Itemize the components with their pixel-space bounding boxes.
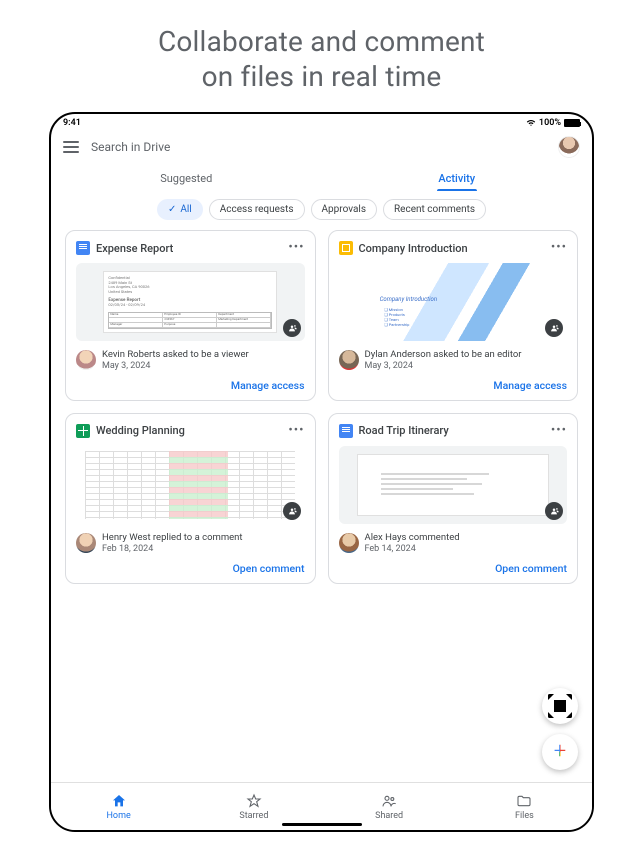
activity-date: May 3, 2024	[365, 361, 522, 371]
user-avatar	[76, 533, 96, 553]
user-avatar	[339, 533, 359, 553]
search-input[interactable]: Search in Drive	[91, 140, 546, 154]
file-title: Company Introduction	[359, 242, 545, 255]
battery-percent: 100%	[539, 118, 561, 128]
slides-icon	[339, 241, 353, 255]
shared-badge-icon	[545, 319, 563, 337]
file-title: Road Trip Itinerary	[359, 424, 545, 437]
chip-access-requests[interactable]: Access requests	[209, 199, 305, 220]
more-icon[interactable]: •••	[288, 245, 304, 252]
file-card[interactable]: Company Introduction ••• Company Introdu…	[328, 230, 579, 401]
star-icon	[246, 793, 262, 809]
activity-text: Henry West replied to a comment	[102, 532, 243, 544]
nav-files[interactable]: Files	[457, 783, 592, 830]
people-icon	[381, 793, 397, 809]
file-card[interactable]: Wedding Planning ••• Henry West replied …	[65, 413, 316, 584]
shared-badge-icon	[283, 502, 301, 520]
account-avatar[interactable]	[558, 136, 580, 158]
more-icon[interactable]: •••	[288, 428, 304, 435]
home-indicator	[282, 823, 362, 826]
activity-text: Kevin Roberts asked to be a viewer	[102, 349, 249, 361]
battery-icon	[564, 119, 580, 127]
marketing-headline: Collaborate and comment on files in real…	[158, 0, 485, 112]
shared-badge-icon	[283, 319, 301, 337]
folder-icon	[516, 793, 532, 809]
user-avatar	[76, 350, 96, 370]
file-thumbnail	[339, 446, 568, 524]
activity-text: Dylan Anderson asked to be an editor	[365, 349, 522, 361]
activity-date: May 3, 2024	[102, 361, 249, 371]
tablet-frame: 9:41 100% Search in Drive Suggested Acti…	[49, 112, 594, 832]
tab-suggested[interactable]: Suggested	[51, 166, 322, 191]
chip-recent-comments[interactable]: Recent comments	[383, 199, 486, 220]
docs-icon	[76, 241, 90, 255]
user-avatar	[339, 350, 359, 370]
plus-icon: +	[554, 741, 566, 763]
scan-fab[interactable]	[542, 688, 578, 724]
scan-icon	[542, 688, 578, 724]
chip-all[interactable]: ✓All	[157, 199, 203, 220]
chip-approvals[interactable]: Approvals	[311, 199, 377, 220]
open-comment-button[interactable]: Open comment	[339, 562, 568, 575]
status-bar: 9:41 100%	[51, 114, 592, 130]
wifi-icon	[526, 119, 536, 127]
more-icon[interactable]: •••	[551, 428, 567, 435]
shared-badge-icon	[545, 502, 563, 520]
tab-activity[interactable]: Activity	[322, 166, 593, 191]
file-thumbnail	[76, 446, 305, 524]
open-comment-button[interactable]: Open comment	[76, 562, 305, 575]
home-icon	[111, 793, 127, 809]
filter-chips: ✓All Access requests Approvals Recent co…	[51, 191, 592, 230]
file-thumbnail: Confidential2489 Main StLos Angeles, CA …	[76, 263, 305, 341]
activity-date: Feb 18, 2024	[102, 544, 243, 554]
more-icon[interactable]: •••	[551, 245, 567, 252]
file-title: Expense Report	[96, 242, 282, 255]
activity-text: Alex Hays commented	[365, 532, 460, 544]
check-icon: ✓	[168, 204, 176, 215]
manage-access-button[interactable]: Manage access	[76, 379, 305, 392]
menu-icon[interactable]	[63, 141, 79, 153]
file-thumbnail: Company Introduction Mission Products Te…	[339, 263, 568, 341]
docs-icon	[339, 424, 353, 438]
activity-date: Feb 14, 2024	[365, 544, 460, 554]
file-card[interactable]: Road Trip Itinerary ••• Alex Hays commen…	[328, 413, 579, 584]
file-card[interactable]: Expense Report ••• Confidential2489 Main…	[65, 230, 316, 401]
nav-home[interactable]: Home	[51, 783, 186, 830]
new-fab[interactable]: +	[542, 734, 578, 770]
file-title: Wedding Planning	[96, 424, 282, 437]
status-time: 9:41	[63, 118, 81, 128]
sheets-icon	[76, 424, 90, 438]
manage-access-button[interactable]: Manage access	[339, 379, 568, 392]
